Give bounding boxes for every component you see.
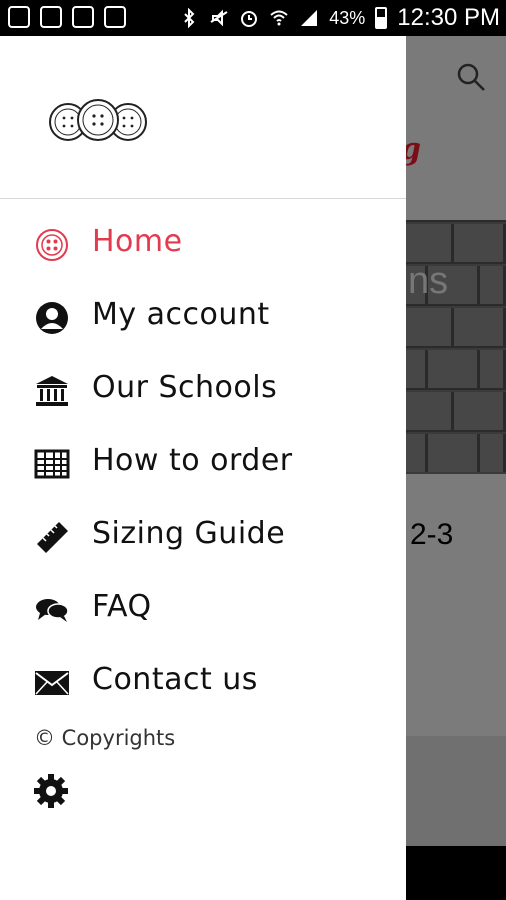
battery-icon — [375, 7, 388, 29]
background-bottom-bar — [406, 846, 506, 900]
drawer-divider — [0, 198, 406, 199]
ruler-icon — [34, 520, 70, 554]
background-header: g — [406, 36, 506, 220]
gmail-icon — [72, 6, 94, 28]
home-button-icon — [34, 228, 70, 262]
school-building-icon — [34, 374, 70, 408]
menu-item-label: Home — [92, 224, 183, 259]
gear-icon[interactable] — [32, 772, 70, 810]
menu-item-label: How to order — [92, 443, 293, 478]
banner-text: ns — [408, 260, 449, 302]
background-app: g ns 2-3 — [406, 36, 506, 900]
copyright-text: © Copyrights — [34, 726, 176, 750]
user-icon — [34, 301, 70, 335]
menu-item-faq[interactable]: FAQ — [0, 579, 406, 639]
menu-item-my-account[interactable]: My account — [0, 287, 406, 347]
mute-icon — [210, 9, 228, 27]
menu-item-label: Sizing Guide — [92, 516, 286, 551]
menu-item-label: Our Schools — [92, 370, 278, 405]
menu-item-label: Contact us — [92, 662, 258, 697]
background-strip — [406, 736, 506, 846]
bluetooth-icon — [184, 8, 195, 28]
battery-percent: 43% — [329, 7, 366, 28]
status-notifications — [8, 6, 126, 28]
background-content: 2-3 — [406, 474, 506, 736]
signal-icon — [301, 10, 318, 26]
search-icon[interactable] — [454, 60, 488, 94]
envelope-icon — [34, 666, 70, 700]
menu-item-how-to-order[interactable]: How to order — [0, 433, 406, 493]
chat-bubbles-icon — [34, 593, 70, 627]
app-icon — [104, 6, 126, 28]
navigation-drawer: Home My account Our Schools How to order… — [0, 36, 406, 900]
size-text: 2-3 — [410, 518, 454, 551]
status-indicators: 43% 12:30 PM — [179, 4, 500, 32]
table-icon — [34, 447, 70, 481]
background-logo-fragment: g — [406, 132, 422, 168]
alarm-icon — [241, 11, 258, 27]
background-banner[interactable]: ns — [406, 220, 506, 474]
menu-item-contact-us[interactable]: Contact us — [0, 652, 406, 712]
buttons-logo-icon — [49, 99, 147, 141]
menu-item-sizing-guide[interactable]: Sizing Guide — [0, 506, 406, 566]
menu-item-label: FAQ — [92, 589, 152, 624]
status-bar: 43% 12:30 PM — [0, 0, 506, 36]
menu-item-label: My account — [92, 297, 270, 332]
menu-item-home[interactable]: Home — [0, 214, 406, 274]
wifi-icon — [270, 10, 288, 26]
menu-item-our-schools[interactable]: Our Schools — [0, 360, 406, 420]
clock: 12:30 PM — [397, 4, 500, 31]
notification-icon — [8, 6, 30, 28]
image-icon — [40, 6, 62, 28]
